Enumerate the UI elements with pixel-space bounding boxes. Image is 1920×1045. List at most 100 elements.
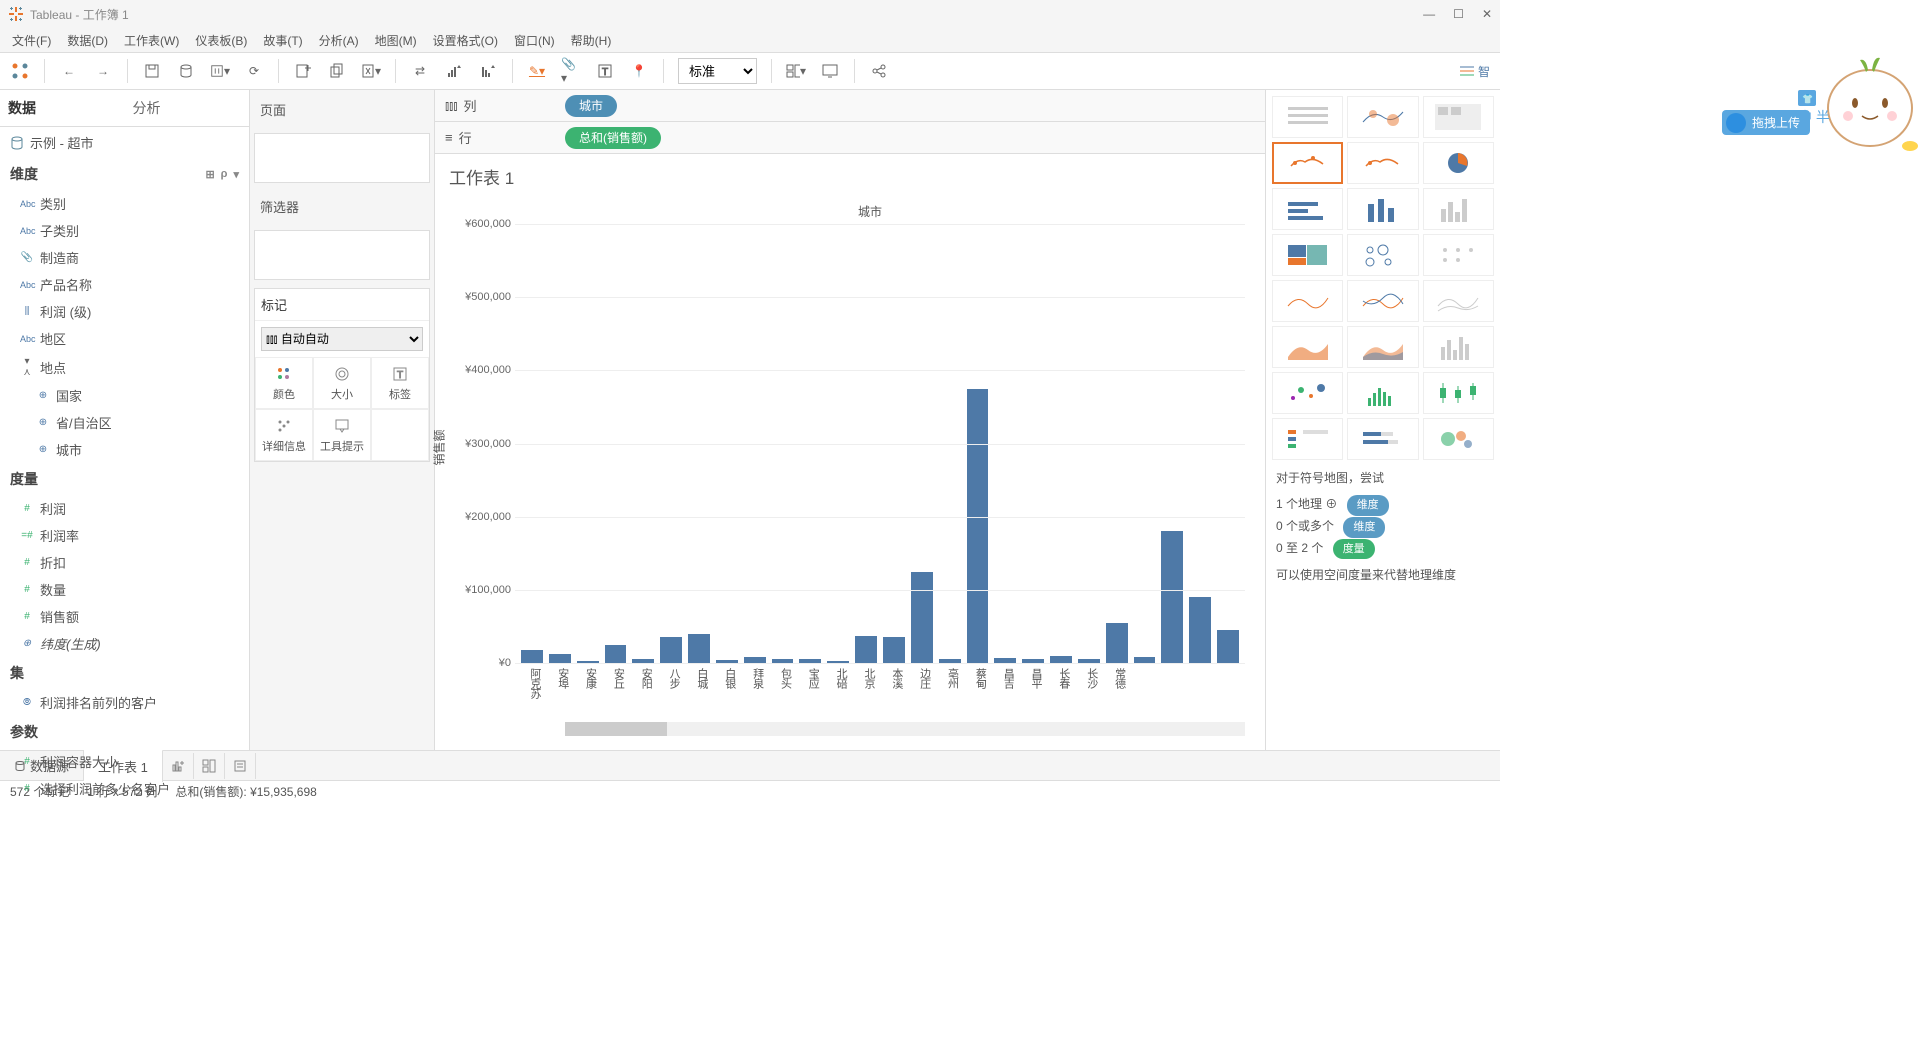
mark-button-工具提示[interactable]: 工具提示 [313, 409, 371, 461]
columns-shelf[interactable]: ⫾⫾⫾列 城市 [435, 90, 1265, 122]
close-button[interactable]: ✕ [1482, 7, 1492, 21]
showme-thumb[interactable] [1272, 418, 1343, 460]
rows-pill[interactable]: 总和(销售额) [565, 127, 661, 149]
field-item[interactable]: 📎制造商 [0, 244, 249, 271]
sort-asc-button[interactable] [444, 61, 464, 81]
sheet-title[interactable]: 工作表 1 [435, 154, 1265, 199]
mark-button-大小[interactable]: 大小 [313, 357, 371, 409]
showme-thumb[interactable] [1347, 418, 1418, 460]
menu-item[interactable]: 分析(A) [313, 30, 365, 51]
sort-desc-button[interactable] [478, 61, 498, 81]
highlight-button[interactable]: ✎▾ [527, 61, 547, 81]
bar[interactable] [605, 645, 627, 663]
field-item[interactable]: Abc产品名称 [0, 271, 249, 298]
menu-item[interactable]: 仪表板(B) [189, 30, 253, 51]
presentation-button[interactable] [820, 61, 840, 81]
marks-type-select[interactable]: ⫾⫾⫾ 自动自动 [261, 327, 423, 351]
field-item[interactable]: ⦾利润排名前列的客户 [0, 689, 249, 716]
pages-shelf[interactable] [254, 133, 430, 183]
bar[interactable] [1050, 656, 1072, 663]
mark-button-详细信息[interactable]: 详细信息 [255, 409, 313, 461]
field-item[interactable]: ⊕省/自治区 [0, 409, 249, 436]
showme-thumb[interactable] [1423, 188, 1494, 230]
field-item[interactable]: =#利润率 [0, 522, 249, 549]
showme-thumb[interactable] [1423, 96, 1494, 138]
rows-shelf[interactable]: ≡行 总和(销售额) [435, 122, 1265, 154]
showme-thumb[interactable] [1347, 96, 1418, 138]
menu-item[interactable]: 设置格式(O) [427, 30, 504, 51]
field-item[interactable]: #销售额 [0, 603, 249, 630]
tab-data[interactable]: 数据 [0, 90, 125, 126]
showme-thumb[interactable] [1272, 96, 1343, 138]
group-button[interactable]: 📎▾ [561, 61, 581, 81]
pin-button[interactable]: 📍 [629, 61, 649, 81]
field-item[interactable]: #利润 [0, 495, 249, 522]
showme-thumb[interactable] [1272, 326, 1343, 368]
field-item[interactable]: ⊕国家 [0, 382, 249, 409]
bar[interactable] [549, 654, 571, 663]
tableau-icon[interactable] [10, 61, 30, 81]
field-item[interactable]: ▾ ⋏地点 [0, 352, 249, 382]
cards-button[interactable]: ▾ [786, 61, 806, 81]
bar[interactable] [1161, 531, 1183, 663]
bar[interactable] [911, 572, 933, 663]
chart-area[interactable]: ¥0¥100,000¥200,000¥300,000¥400,000¥500,0… [515, 224, 1245, 664]
showme-thumb[interactable] [1423, 142, 1494, 184]
columns-pill[interactable]: 城市 [565, 95, 617, 117]
showme-thumb[interactable] [1272, 142, 1343, 184]
menu-item[interactable]: 帮助(H) [565, 30, 618, 51]
mark-button-标签[interactable]: T标签 [371, 357, 429, 409]
share-button[interactable] [869, 61, 889, 81]
minimize-button[interactable]: — [1423, 7, 1435, 21]
tab-analysis[interactable]: 分析 [125, 90, 250, 126]
field-item[interactable]: Abc地区 [0, 325, 249, 352]
menu-item[interactable]: 窗口(N) [508, 30, 561, 51]
redo-button[interactable]: → [93, 61, 113, 81]
clear-button[interactable]: ▾ [361, 61, 381, 81]
bar[interactable] [855, 636, 877, 663]
showme-thumb[interactable] [1272, 280, 1343, 322]
showme-thumb[interactable] [1423, 372, 1494, 414]
field-item[interactable]: #利润容器大小 [0, 748, 249, 775]
upload-pill[interactable]: 拖拽上传 [1722, 110, 1810, 135]
field-item[interactable]: Abc类别 [0, 190, 249, 217]
showme-thumb[interactable] [1347, 280, 1418, 322]
mark-button-颜色[interactable]: 颜色 [255, 357, 313, 409]
datasource-item[interactable]: 示例 - 超市 [0, 127, 249, 158]
menu-item[interactable]: 工作表(W) [118, 30, 185, 51]
swap-button[interactable]: ⇄ [410, 61, 430, 81]
field-item[interactable]: Abc子类别 [0, 217, 249, 244]
menu-icon[interactable]: ▾ [233, 168, 239, 181]
bar[interactable] [660, 637, 682, 663]
bar[interactable] [967, 389, 989, 663]
bar[interactable] [1189, 597, 1211, 663]
showme-thumb[interactable] [1423, 280, 1494, 322]
menu-item[interactable]: 文件(F) [6, 30, 57, 51]
menu-item[interactable]: 数据(D) [61, 30, 114, 51]
bar[interactable] [688, 634, 710, 663]
showme-thumb[interactable] [1347, 372, 1418, 414]
showme-thumb[interactable] [1347, 234, 1418, 276]
field-item[interactable]: #数量 [0, 576, 249, 603]
field-item[interactable]: ⊕城市 [0, 436, 249, 463]
showme-thumb[interactable] [1347, 326, 1418, 368]
filters-shelf[interactable] [254, 230, 430, 280]
field-item[interactable]: #选择利润前多少名客户 [0, 775, 249, 802]
showme-thumb[interactable] [1272, 188, 1343, 230]
showme-thumb[interactable] [1423, 418, 1494, 460]
search-icon[interactable]: ρ [221, 168, 228, 181]
field-item[interactable]: #折扣 [0, 549, 249, 576]
pause-button[interactable]: ▾ [210, 61, 230, 81]
bar[interactable] [1106, 623, 1128, 663]
duplicate-button[interactable] [327, 61, 347, 81]
save-button[interactable] [142, 61, 162, 81]
fit-select[interactable]: 标准 [678, 58, 757, 84]
field-item[interactable]: ⫼利润 (级) [0, 298, 249, 325]
showme-thumb[interactable] [1347, 142, 1418, 184]
showme-thumb[interactable] [1423, 326, 1494, 368]
refresh-button[interactable]: ⟳ [244, 61, 264, 81]
undo-button[interactable]: ← [59, 61, 79, 81]
bar[interactable] [1217, 630, 1239, 663]
show-me-button[interactable]: 智 [1460, 63, 1490, 80]
horizontal-scrollbar[interactable] [565, 722, 1245, 736]
